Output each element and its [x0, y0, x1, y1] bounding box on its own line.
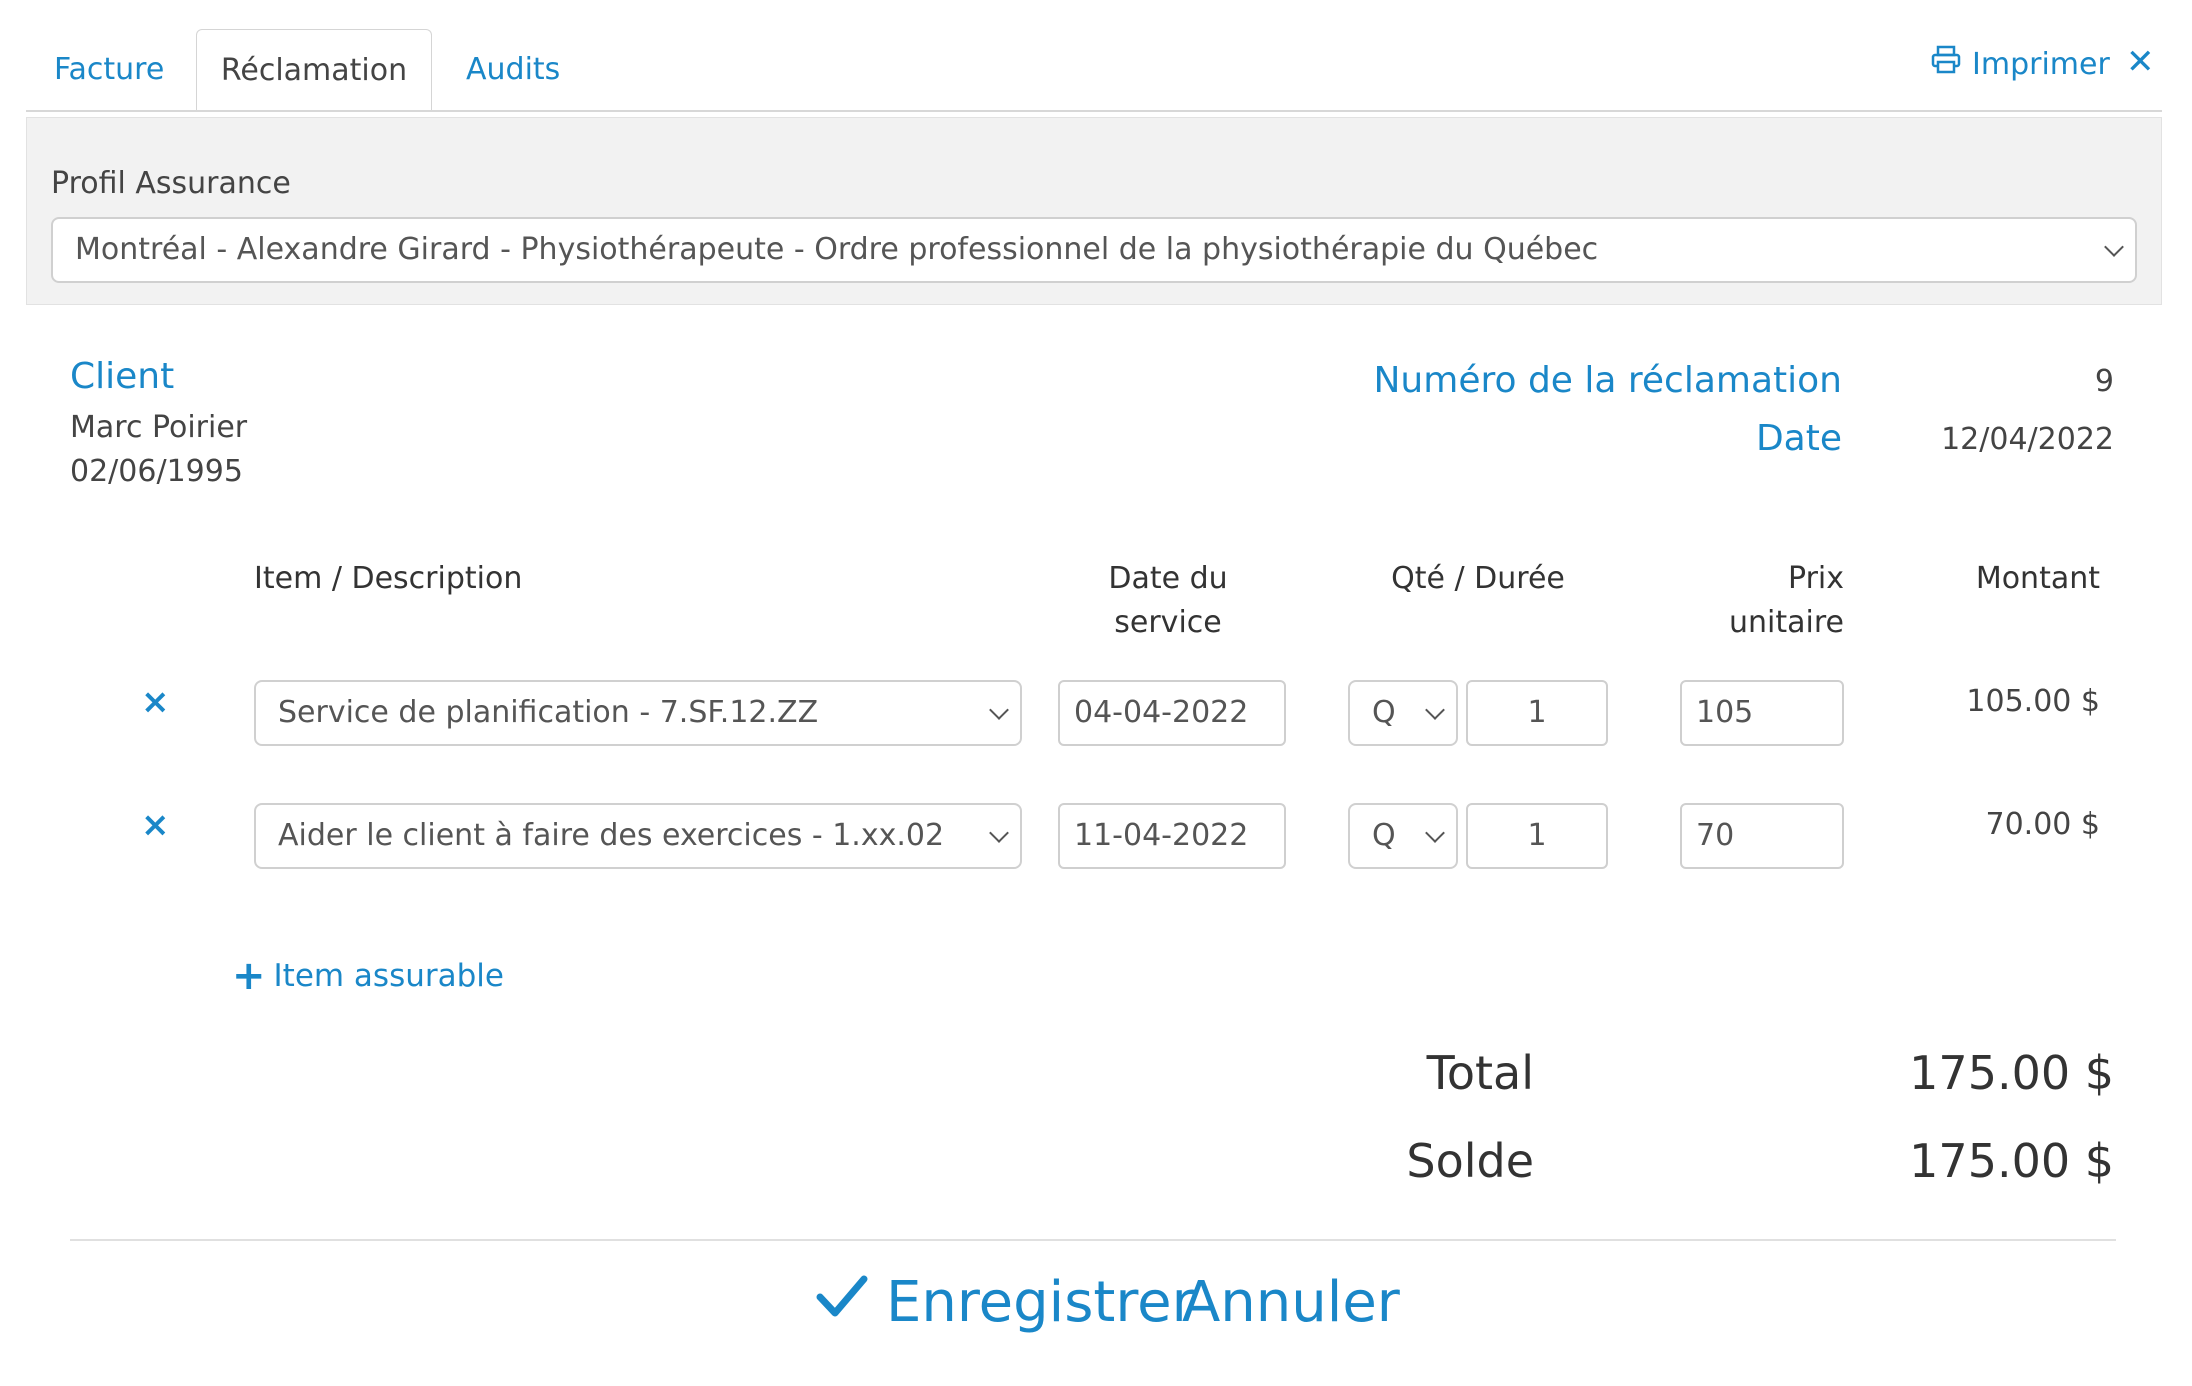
- service-date-input[interactable]: 11-04-2022: [1058, 803, 1286, 869]
- tab-reclamation[interactable]: Réclamation: [196, 29, 432, 111]
- client-name: Marc Poirier: [70, 410, 248, 445]
- remove-item-icon[interactable]: ×: [141, 682, 170, 722]
- client-birthdate: 02/06/1995: [70, 454, 243, 489]
- save-label: Enregistrer: [886, 1270, 1195, 1335]
- insurance-panel: Profil Assurance Montréal - Alexandre Gi…: [26, 117, 2162, 305]
- remove-item-icon[interactable]: ×: [141, 805, 170, 845]
- header-qty: Qté / Durée: [1391, 561, 1565, 596]
- close-icon[interactable]: ✕: [2126, 42, 2155, 82]
- claim-date-label: Date: [1755, 418, 1842, 459]
- tab-facture[interactable]: Facture: [54, 29, 164, 111]
- unit-price-input[interactable]: 70: [1680, 803, 1844, 869]
- chevron-down-icon: [1425, 700, 1445, 720]
- item-select[interactable]: Aider le client à faire des exercices - …: [254, 803, 1022, 869]
- cancel-button[interactable]: Annuler: [1182, 1270, 1400, 1335]
- total-value: 175.00 $: [1909, 1046, 2114, 1100]
- total-label: Total: [1426, 1046, 1534, 1100]
- row-amount: 70.00 $: [1985, 807, 2100, 842]
- tab-divider: [26, 110, 2162, 112]
- unit-select[interactable]: Q: [1348, 803, 1458, 869]
- quantity-input[interactable]: 1: [1466, 803, 1608, 869]
- claim-date: 12/04/2022: [1941, 422, 2114, 457]
- quantity-input[interactable]: 1: [1466, 680, 1608, 746]
- balance-label: Solde: [1406, 1134, 1534, 1188]
- plus-icon: +: [232, 953, 266, 999]
- claim-number-label: Numéro de la réclamation: [1373, 360, 1843, 401]
- item-value: Aider le client à faire des exercices - …: [278, 818, 945, 853]
- header-price: Prix unitaire: [1729, 561, 1844, 640]
- item-value: Service de planification - 7.SF.12.ZZ: [278, 695, 819, 730]
- save-button[interactable]: Enregistrer: [816, 1270, 1195, 1335]
- row-amount: 105.00 $: [1966, 684, 2100, 719]
- add-item-label: Item assurable: [273, 958, 504, 994]
- insurance-label: Profil Assurance: [51, 166, 291, 201]
- claim-number: 9: [2094, 364, 2114, 399]
- unit-price-input[interactable]: 105: [1680, 680, 1844, 746]
- chevron-down-icon: [2104, 237, 2124, 257]
- service-date-input[interactable]: 04-04-2022: [1058, 680, 1286, 746]
- add-insurable-item-button[interactable]: + Item assurable: [232, 953, 504, 999]
- chevron-down-icon: [989, 823, 1009, 843]
- header-date: Date du service: [1108, 561, 1228, 640]
- chevron-down-icon: [989, 700, 1009, 720]
- header-amount: Montant: [1975, 561, 2100, 596]
- client-title: Client: [70, 356, 175, 397]
- balance-value: 175.00 $: [1909, 1134, 2114, 1188]
- unit-value: Q: [1372, 695, 1396, 730]
- unit-select[interactable]: Q: [1348, 680, 1458, 746]
- insurance-profile-value: Montréal - Alexandre Girard - Physiothér…: [75, 232, 1599, 267]
- printer-icon: [1930, 44, 1962, 84]
- unit-value: Q: [1372, 818, 1396, 853]
- header-item: Item / Description: [254, 561, 523, 596]
- footer-divider: [70, 1239, 2116, 1241]
- checkmark-icon: [816, 1270, 868, 1335]
- tab-audits[interactable]: Audits: [466, 29, 560, 111]
- chevron-down-icon: [1425, 823, 1445, 843]
- insurance-profile-select[interactable]: Montréal - Alexandre Girard - Physiothér…: [51, 217, 2137, 283]
- print-label: Imprimer: [1972, 46, 2110, 82]
- print-button[interactable]: Imprimer: [1930, 44, 2110, 84]
- item-select[interactable]: Service de planification - 7.SF.12.ZZ: [254, 680, 1022, 746]
